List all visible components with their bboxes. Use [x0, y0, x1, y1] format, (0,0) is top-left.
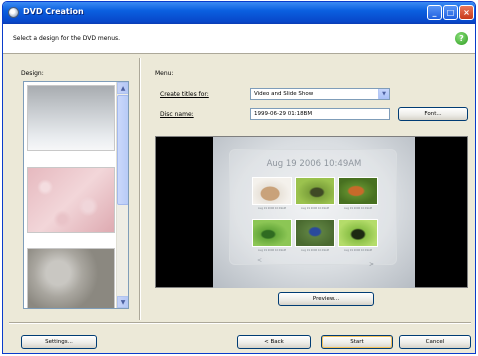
scroll-down-arrow-icon[interactable]: ▼ [117, 296, 128, 308]
menu-caption: Aug 19 2006 10:49AM [301, 207, 329, 210]
menu-thumbnail-ant [338, 219, 378, 247]
create-titles-select[interactable]: Video and Slide Show ▼ [250, 88, 390, 100]
create-titles-value: Video and Slide Show [254, 91, 314, 97]
menu-thumbnail-fox [338, 177, 378, 205]
vertical-divider [139, 58, 141, 320]
menu-preview-title: Aug 19 2006 10:49AM [266, 159, 362, 169]
menu-thumbnail-dinosaur [295, 177, 335, 205]
menu-thumbnail-bird [295, 219, 335, 247]
menu-caption: Aug 19 2006 10:49AM [258, 207, 286, 210]
minimize-button[interactable]: _ [427, 5, 442, 20]
disc-name-label: Disc name: [160, 111, 194, 118]
instruction-text: Select a design for the DVD menus. [13, 35, 121, 42]
window-title: DVD Creation [23, 7, 84, 16]
chevron-down-icon[interactable]: ▼ [378, 89, 389, 99]
close-button[interactable]: × [459, 5, 474, 20]
help-icon[interactable]: ? [455, 32, 468, 45]
menu-thumbnail-cat [252, 177, 292, 205]
dvd-creation-window: DVD Creation _ □ × Select a design for t… [2, 1, 476, 354]
menu-caption: Aug 19 2006 10:49AM [344, 207, 372, 210]
create-titles-label: Create titles for: [160, 91, 209, 98]
menu-label: Menu: [155, 70, 174, 77]
settings-button[interactable]: Settings... [21, 335, 97, 349]
header-area: Select a design for the DVD menus. ? [3, 24, 475, 54]
start-button[interactable]: Start [321, 335, 393, 349]
horizontal-divider [9, 322, 471, 324]
maximize-button[interactable]: □ [443, 5, 458, 20]
disc-name-input[interactable]: 1999-06-29 01:18BM [250, 108, 390, 120]
design-list[interactable]: ▲ ▼ [23, 81, 129, 309]
menu-thumbnail-frog [252, 219, 292, 247]
menu-next-arrow-icon: > [369, 261, 375, 268]
dvd-icon [8, 7, 19, 18]
font-button[interactable]: Font... [398, 107, 468, 121]
scroll-thumb[interactable] [117, 95, 128, 205]
design-thumbnail-silver[interactable] [27, 85, 115, 151]
menu-preview: Aug 19 2006 10:49AM Aug 19 2006 10:49AM … [155, 136, 468, 288]
menu-caption: Aug 19 2006 10:49AM [258, 249, 286, 252]
design-thumbnail-pink-floral[interactable] [27, 167, 115, 233]
preview-button[interactable]: Preview... [278, 292, 374, 306]
design-label: Design: [21, 70, 44, 77]
back-button[interactable]: < Back [237, 335, 311, 349]
menu-caption: Aug 19 2006 10:49AM [301, 249, 329, 252]
scroll-up-arrow-icon[interactable]: ▲ [117, 82, 128, 94]
cancel-button[interactable]: Cancel [399, 335, 471, 349]
design-list-scrollbar[interactable]: ▲ ▼ [116, 82, 128, 308]
menu-preview-screen: Aug 19 2006 10:49AM Aug 19 2006 10:49AM … [213, 137, 415, 288]
design-thumbnail-gray-bokeh[interactable] [27, 248, 115, 308]
menu-caption: Aug 19 2006 10:49AM [344, 249, 372, 252]
menu-prev-arrow-icon: < [257, 257, 263, 264]
title-bar[interactable]: DVD Creation _ □ × [3, 2, 475, 24]
